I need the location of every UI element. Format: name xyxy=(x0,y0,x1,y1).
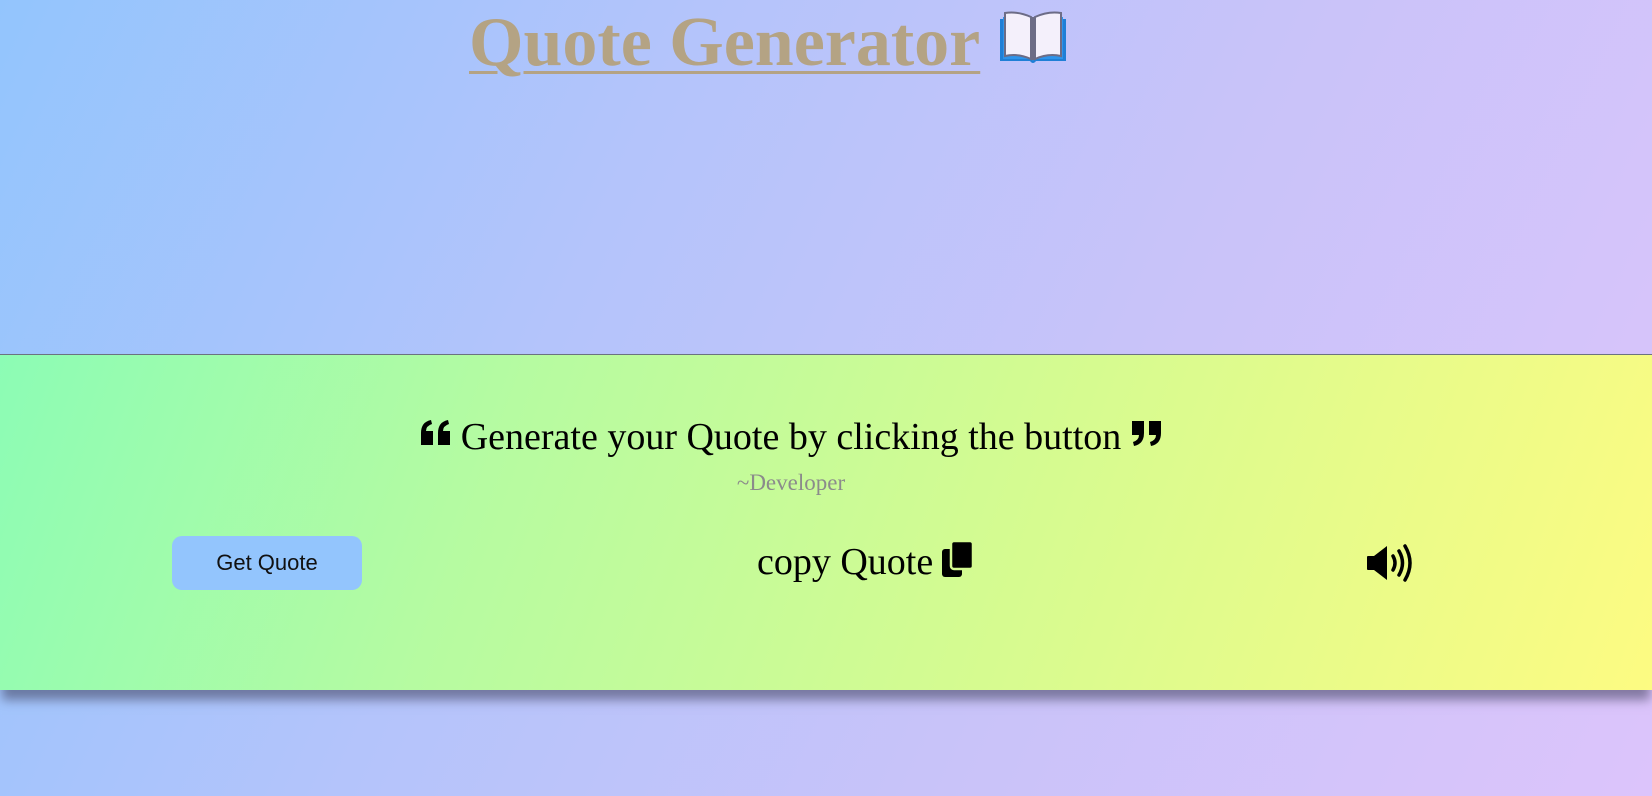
page-title: Quote Generator xyxy=(469,3,1070,83)
quote-text: Generate your Quote by clicking the butt… xyxy=(460,416,1122,458)
open-book-icon xyxy=(1000,11,1067,63)
copy-quote-label: copy Quote xyxy=(757,541,934,583)
quote-card: Generate your Quote by clicking the butt… xyxy=(0,354,1652,690)
quote-right-icon xyxy=(1132,421,1162,446)
copy-quote-button[interactable]: copy Quote xyxy=(757,540,975,584)
get-quote-button[interactable]: Get Quote xyxy=(172,536,362,590)
copy-icon xyxy=(942,540,975,577)
quote-author: ~Developer xyxy=(736,470,846,495)
speaker-icon[interactable] xyxy=(1365,543,1415,583)
quote-line: Generate your Quote by clicking the butt… xyxy=(0,415,1582,459)
page-title-text: Quote Generator xyxy=(469,4,981,81)
quote-left-icon xyxy=(420,420,450,445)
